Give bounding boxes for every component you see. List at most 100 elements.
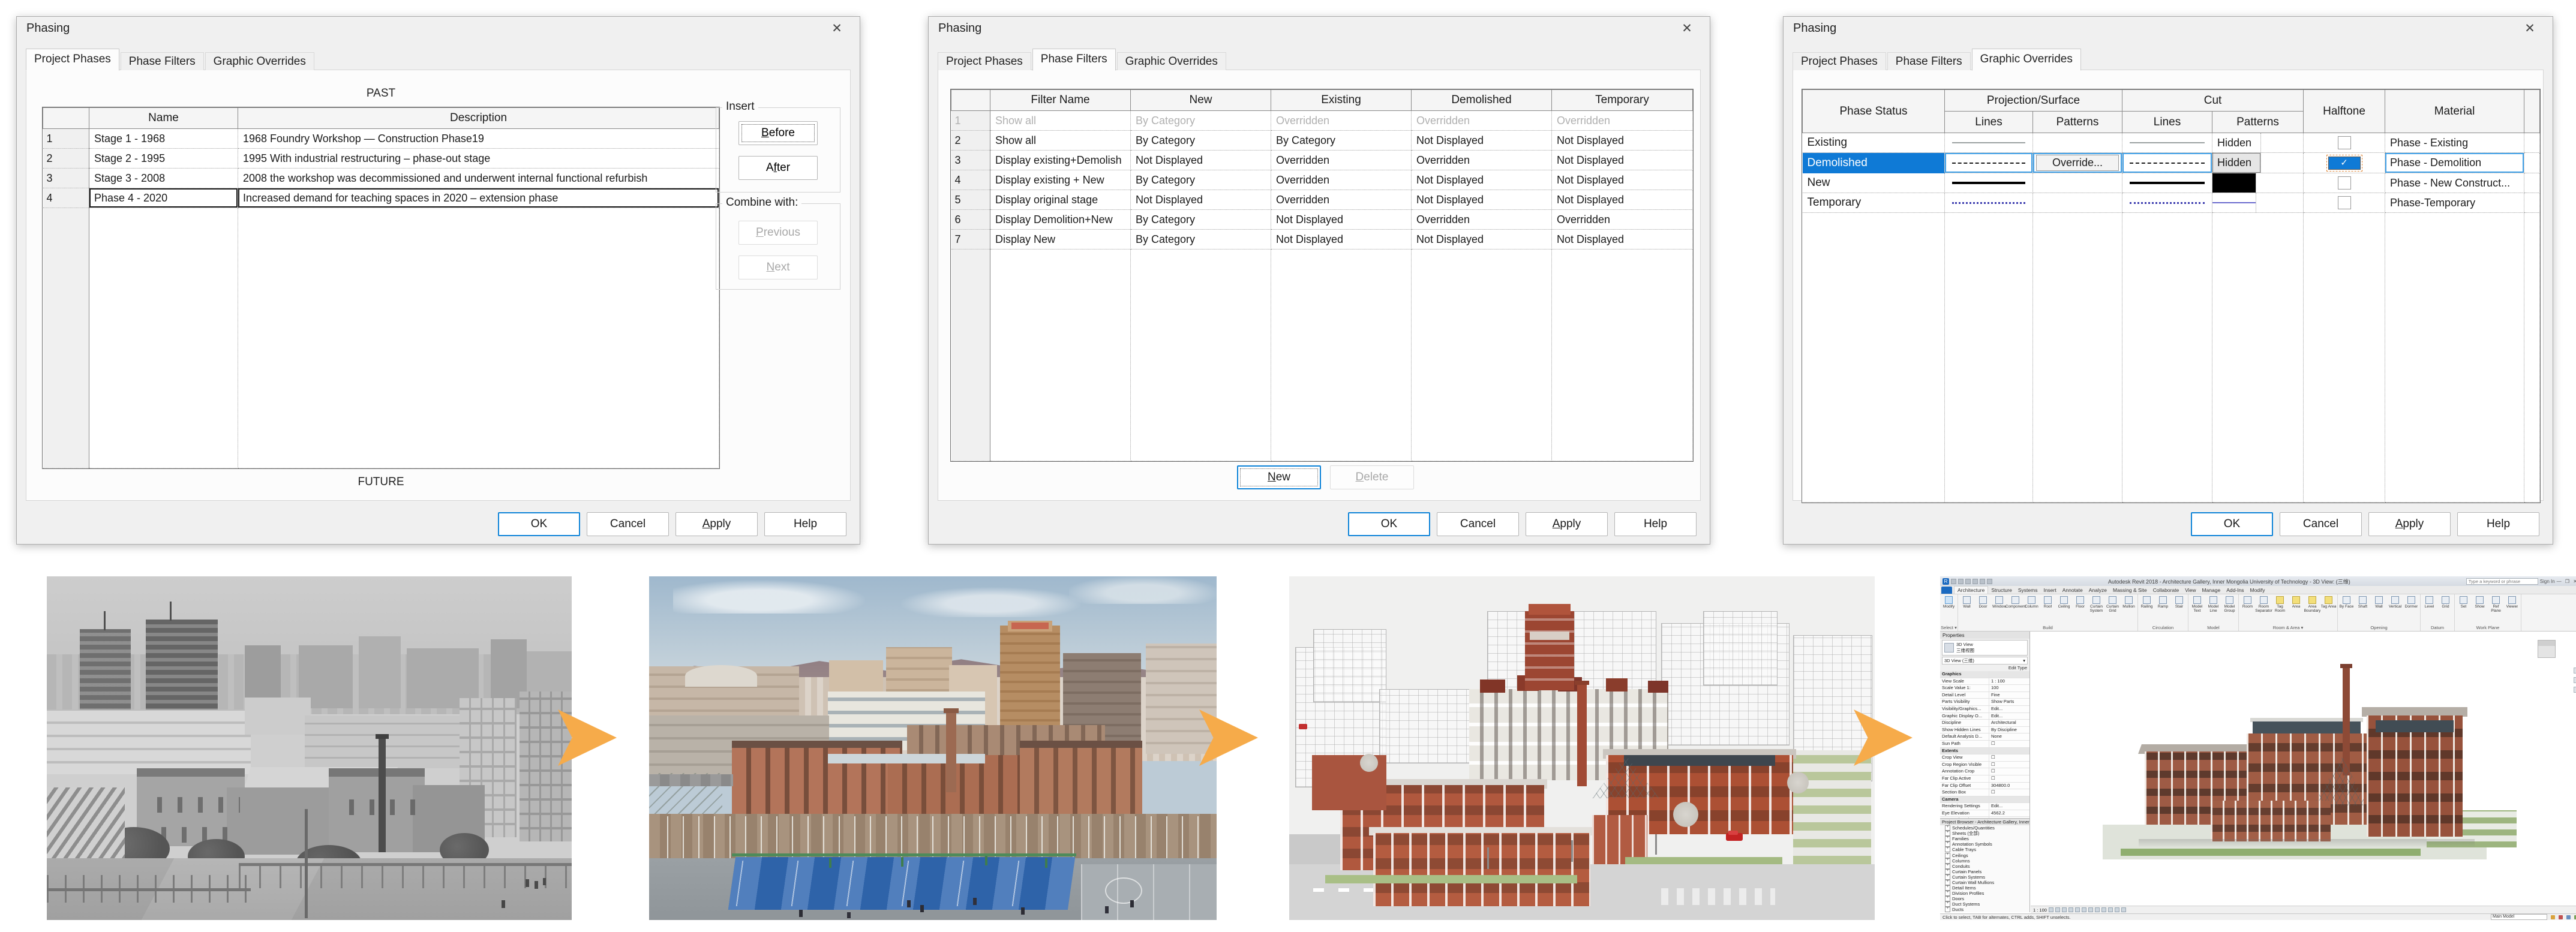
filter-row[interactable]: 1Show allBy CategoryOverriddenOverridden… (951, 111, 1693, 131)
filter-name-cell[interactable]: Display existing+Demolish (990, 151, 1131, 170)
phase-row[interactable]: 4Phase 4 - 2020Increased demand for teac… (43, 188, 719, 208)
filter-setting-cell[interactable]: Overridden (1552, 111, 1693, 131)
filter-name-cell[interactable]: Display original stage (990, 190, 1131, 210)
help-button[interactable]: Help (764, 512, 846, 536)
phase-row[interactable]: 3Stage 3 - 20082008 the workshop was dec… (43, 169, 719, 188)
apply-button[interactable]: Apply (1526, 512, 1608, 536)
cut-lines-cell[interactable] (2122, 133, 2212, 153)
cut-patterns-cell[interactable] (2212, 193, 2304, 213)
row-number[interactable]: 1 (951, 111, 990, 131)
cancel-button[interactable]: Cancel (1437, 512, 1519, 536)
cut-lines-cell[interactable] (2122, 173, 2212, 193)
cut-lines-cell[interactable] (2122, 153, 2212, 173)
tab-project-phases[interactable]: Project Phases (938, 52, 1031, 70)
tab-phase-filters[interactable]: Phase Filters (1032, 49, 1116, 71)
tab-phase-filters[interactable]: Phase Filters (1887, 52, 1971, 70)
filter-name-cell[interactable]: Display Demolition+New (990, 210, 1131, 230)
row-number[interactable]: 4 (951, 170, 990, 190)
combine-previous-button[interactable]: Previous (738, 221, 818, 245)
combine-next-button[interactable]: Next (738, 255, 818, 279)
filter-setting-cell[interactable]: Overridden (1271, 190, 1412, 210)
ok-button[interactable]: OK (1348, 512, 1430, 536)
filter-row[interactable]: 3Display existing+DemolishNot DisplayedO… (951, 151, 1693, 170)
tab-graphic-overrides[interactable]: Graphic Overrides (1972, 49, 2081, 71)
filter-setting-cell[interactable]: Not Displayed (1271, 230, 1412, 249)
apply-button[interactable]: Apply (675, 512, 758, 536)
filter-setting-cell[interactable]: Not Displayed (1412, 131, 1552, 151)
halftone-checkbox[interactable]: ✓ (2328, 157, 2361, 170)
phase-row[interactable]: 2Stage 2 - 19951995 With industrial rest… (43, 149, 719, 169)
row-number[interactable]: 2 (951, 131, 990, 151)
row-number[interactable]: 7 (951, 230, 990, 249)
projection-lines-cell[interactable] (1945, 193, 2033, 213)
filter-setting-cell[interactable]: Not Displayed (1412, 190, 1552, 210)
filter-setting-cell[interactable]: Not Displayed (1271, 210, 1412, 230)
row-number[interactable]: 6 (951, 210, 990, 230)
override-row[interactable]: ExistingHiddenPhase - Existing (1803, 133, 2540, 153)
filter-setting-cell[interactable]: Not Displayed (1412, 170, 1552, 190)
apply-button[interactable]: Apply (2368, 512, 2451, 536)
filter-name-cell[interactable]: Display New (990, 230, 1131, 249)
phase-status-cell[interactable]: Demolished (1803, 153, 1945, 173)
tab-graphic-overrides[interactable]: Graphic Overrides (205, 52, 314, 70)
filter-setting-cell[interactable]: Not Displayed (1552, 190, 1693, 210)
filter-setting-cell[interactable]: Overridden (1412, 210, 1552, 230)
halftone-cell[interactable]: ✓ (2304, 153, 2385, 173)
projection-patterns-cell[interactable] (2033, 173, 2122, 193)
phase-status-cell[interactable]: New (1803, 173, 1945, 193)
ok-button[interactable]: OK (498, 512, 580, 536)
halftone-checkbox[interactable] (2338, 136, 2351, 149)
phase-description-cell[interactable]: 1995 With industrial restructuring – pha… (238, 149, 719, 169)
filter-name-cell[interactable]: Display existing + New (990, 170, 1131, 190)
tab-project-phases[interactable]: Project Phases (26, 49, 119, 71)
cut-patterns-cell[interactable] (2212, 173, 2304, 193)
cut-lines-cell[interactable] (2122, 193, 2212, 213)
phase-description-cell[interactable]: Increased demand for teaching spaces in … (238, 188, 719, 208)
projection-lines-cell[interactable] (1945, 133, 2033, 153)
close-icon[interactable]: ✕ (1674, 17, 1700, 40)
phase-name-cell[interactable]: Stage 1 - 1968 (89, 129, 238, 149)
filter-row[interactable]: 5Display original stageNot DisplayedOver… (951, 190, 1693, 210)
override-row[interactable]: NewPhase - New Construct... (1803, 173, 2540, 193)
filter-setting-cell[interactable]: Overridden (1552, 210, 1693, 230)
close-icon[interactable]: ✕ (2517, 17, 2543, 40)
phase-name-cell[interactable]: Stage 3 - 2008 (89, 169, 238, 188)
row-number[interactable]: 1 (43, 129, 89, 149)
material-cell[interactable]: Phase - Demolition (2385, 153, 2524, 173)
projection-lines-cell[interactable] (1945, 153, 2033, 173)
projection-patterns-cell[interactable] (2033, 193, 2122, 213)
filter-setting-cell[interactable]: By Category (1131, 230, 1271, 249)
insert-after-button[interactable]: After (738, 156, 818, 180)
filter-setting-cell[interactable]: By Category (1131, 131, 1271, 151)
filter-setting-cell[interactable]: Not Displayed (1552, 151, 1693, 170)
halftone-checkbox[interactable] (2338, 176, 2351, 190)
phase-description-cell[interactable]: 2008 the workshop was decommissioned and… (238, 169, 719, 188)
cut-patterns-cell[interactable]: Hidden (2212, 153, 2304, 173)
filter-setting-cell[interactable]: Not Displayed (1552, 170, 1693, 190)
halftone-cell[interactable] (2304, 193, 2385, 213)
projection-lines-cell[interactable] (1945, 173, 2033, 193)
filter-row[interactable]: 4Display existing + NewBy CategoryOverri… (951, 170, 1693, 190)
help-button[interactable]: Help (1614, 512, 1697, 536)
cancel-button[interactable]: Cancel (2280, 512, 2362, 536)
row-number[interactable]: 3 (951, 151, 990, 170)
close-icon[interactable]: ✕ (824, 17, 850, 40)
new-filter-button[interactable]: New (1237, 465, 1321, 489)
filter-row[interactable]: 2Show allBy CategoryBy CategoryNot Displ… (951, 131, 1693, 151)
halftone-cell[interactable] (2304, 173, 2385, 193)
filter-setting-cell[interactable]: Not Displayed (1412, 230, 1552, 249)
phase-status-cell[interactable]: Existing (1803, 133, 1945, 153)
tab-graphic-overrides[interactable]: Graphic Overrides (1117, 52, 1226, 70)
filter-row[interactable]: 7Display NewBy CategoryNot DisplayedNot … (951, 230, 1693, 249)
delete-filter-button[interactable]: Delete (1330, 465, 1414, 489)
tab-phase-filters[interactable]: Phase Filters (121, 52, 204, 70)
filter-setting-cell[interactable]: Not Displayed (1131, 190, 1271, 210)
material-cell[interactable]: Phase - Existing (2385, 133, 2524, 153)
phase-description-cell[interactable]: 1968 Foundry Workshop — Construction Pha… (238, 129, 719, 149)
cancel-button[interactable]: Cancel (587, 512, 669, 536)
filter-row[interactable]: 6Display Demolition+NewBy CategoryNot Di… (951, 210, 1693, 230)
phase-row[interactable]: 1Stage 1 - 19681968 Foundry Workshop — C… (43, 129, 719, 149)
projection-patterns-cell[interactable]: Override... (2033, 153, 2122, 173)
filter-setting-cell[interactable]: Overridden (1271, 111, 1412, 131)
filter-setting-cell[interactable]: Overridden (1271, 170, 1412, 190)
